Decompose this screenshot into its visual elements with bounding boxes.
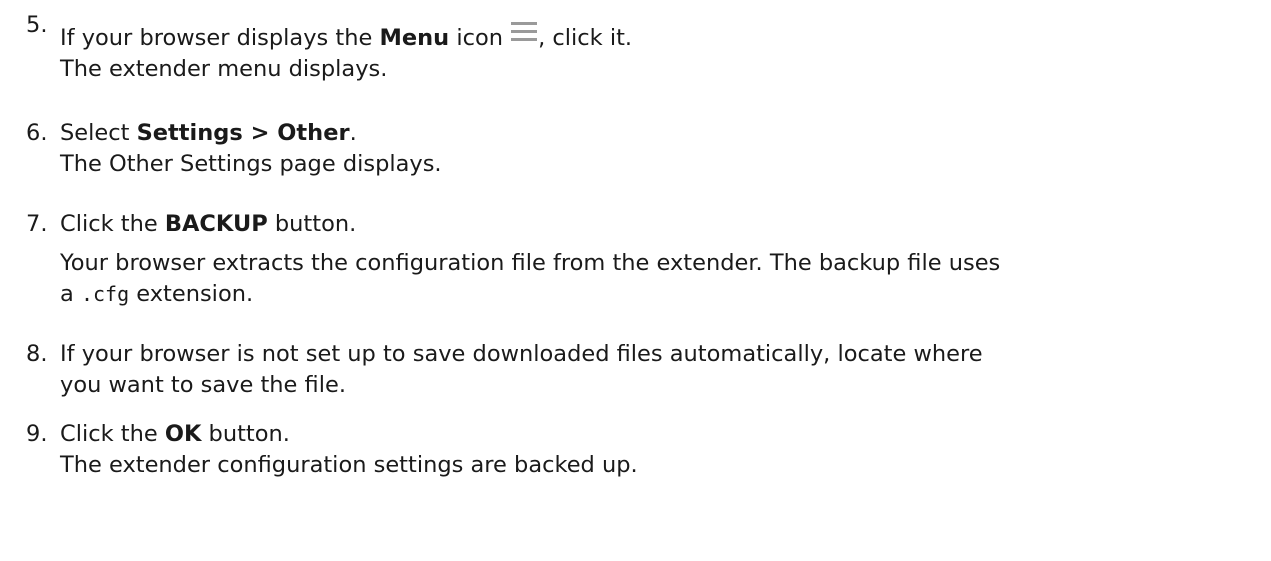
- step-body: Click the OK button. The extender config…: [60, 419, 1265, 481]
- step-body: If your browser displays the Menu icon ,…: [60, 22, 1265, 85]
- step-body: Select Settings > Other. The Other Setti…: [60, 118, 1265, 180]
- step-result-continued: a .cfg extension.: [60, 281, 254, 307]
- menu-label: Menu: [379, 25, 450, 51]
- backup-label: BACKUP: [164, 211, 268, 237]
- ok-label: OK: [164, 421, 202, 447]
- step-body: If your browser is not set up to save do…: [60, 339, 1265, 401]
- step-number: 7.: [26, 211, 48, 237]
- step-result: The Other Settings page displays.: [60, 151, 442, 177]
- step-number: 5.: [26, 12, 48, 38]
- step-body: Click the BACKUP button. Your browser ex…: [60, 209, 1265, 310]
- step-result: The extender configuration settings are …: [60, 452, 638, 478]
- step-result: The extender menu displays.: [60, 56, 388, 82]
- menu-icon: [511, 22, 538, 42]
- step-instruction-continued: you want to save the file.: [60, 372, 346, 398]
- settings-path-label: Settings > Other: [136, 120, 350, 146]
- step-number: 6.: [26, 120, 48, 146]
- file-extension: .cfg: [80, 282, 130, 306]
- step-number: 8.: [26, 341, 48, 367]
- step-instruction: If your browser is not set up to save do…: [60, 341, 983, 367]
- step-number: 9.: [26, 421, 48, 447]
- step-instruction: If your browser displays the Menu icon ,…: [60, 22, 1265, 54]
- step-instruction: Select Settings > Other.: [60, 120, 357, 146]
- step-result: Your browser extracts the configuration …: [60, 250, 1001, 276]
- step-instruction: Click the OK button.: [60, 421, 290, 447]
- step-instruction: Click the BACKUP button.: [60, 211, 357, 237]
